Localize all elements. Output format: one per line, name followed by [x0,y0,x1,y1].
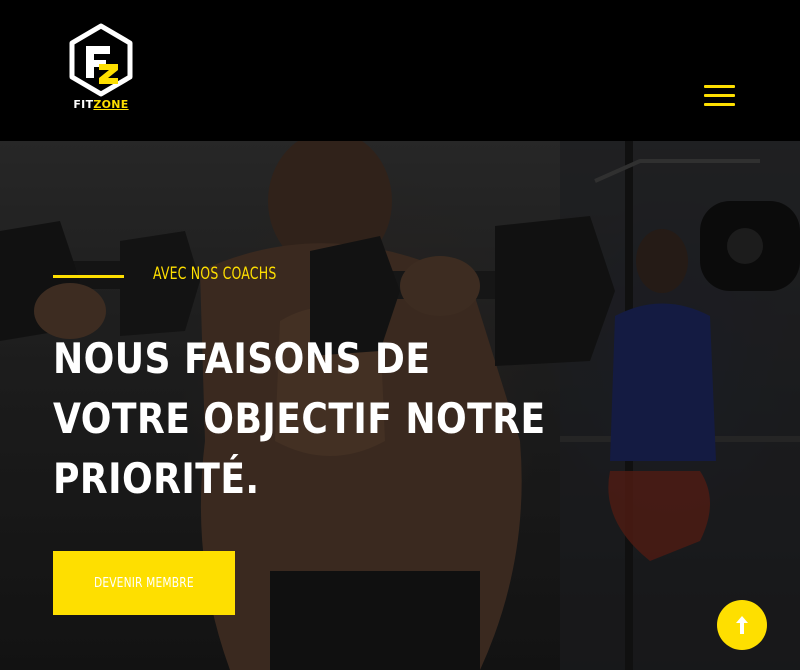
top-navbar: FITZONE [0,0,800,141]
hero-headline: NOUS FAISONS DE VOTRE OBJECTIF NOTRE PRI… [53,329,546,509]
hero-section: AVEC NOS COACHS NOUS FAISONS DE VOTRE OB… [0,141,800,670]
brand-name-zone: ZONE [93,98,129,111]
brand-wordmark: FITZONE [66,98,136,112]
hero-eyebrow: AVEC NOS COACHS [153,264,277,284]
brand-logo[interactable]: FITZONE [66,22,136,114]
brand-name-fit: FIT [73,98,94,111]
eyebrow-divider [53,275,124,278]
become-member-label: DEVENIR MEMBRE [94,575,194,591]
headline-line-1: NOUS FAISONS DE [53,334,431,383]
fitzone-hexagon-logo-icon [69,23,133,97]
headline-line-3: PRIORITÉ. [53,454,260,503]
scroll-to-top-button[interactable] [717,600,767,650]
headline-line-2: VOTRE OBJECTIF NOTRE [53,394,546,443]
hamburger-menu-icon[interactable] [700,82,738,110]
become-member-button[interactable]: DEVENIR MEMBRE [53,551,235,615]
arrow-up-icon [736,616,748,634]
